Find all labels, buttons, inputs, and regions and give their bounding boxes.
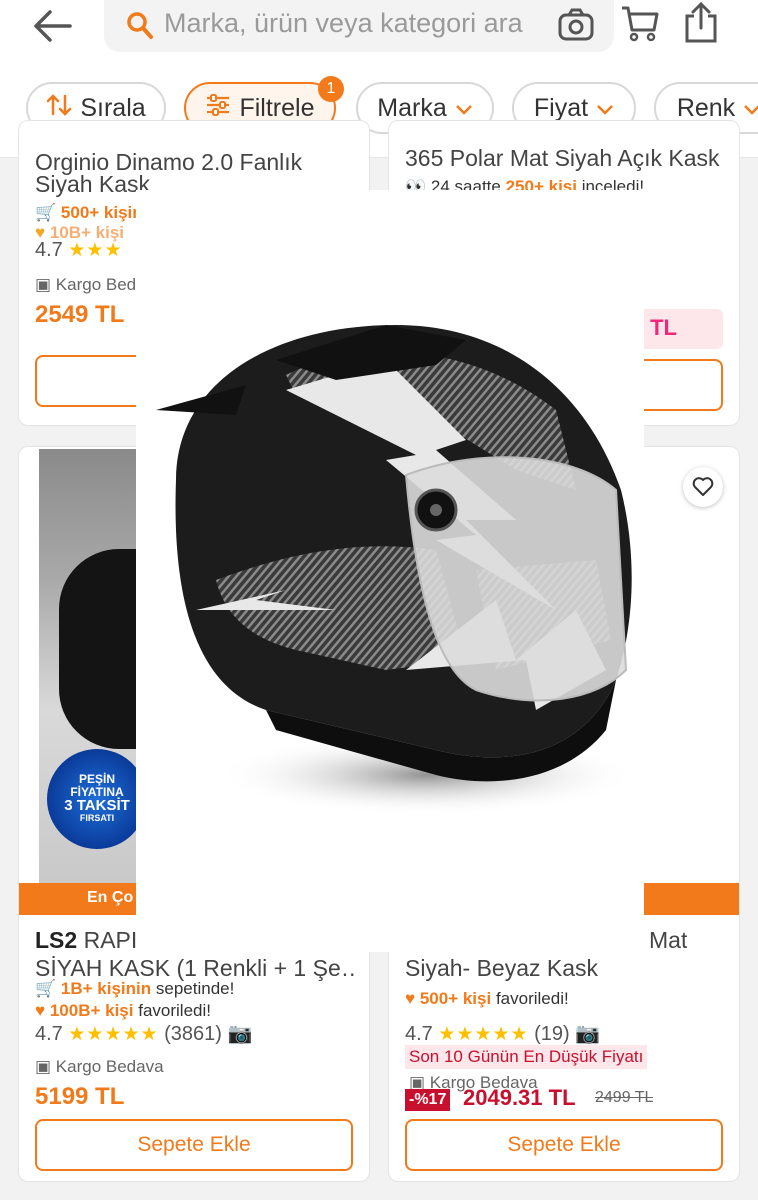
product-brand: LS2 (35, 927, 78, 953)
review-count: (19) (534, 1023, 570, 1045)
brand-filter-label: Marka (377, 93, 447, 122)
star-rating: ★★★★★ (68, 1024, 159, 1045)
old-price: 2499 TL (595, 1089, 654, 1106)
basket-info: 🛒 500+ kişin (35, 203, 143, 222)
search-input[interactable]: Marka, ürün veya kategori ara (164, 8, 549, 39)
filter-count-badge: 1 (318, 76, 344, 102)
product-price: 5199 TL (35, 1083, 125, 1110)
product-price: 2549 TL (35, 301, 125, 328)
helmet-image (156, 325, 636, 815)
product-title: Siyah- Beyaz Kask (405, 955, 599, 981)
search-bar[interactable]: Marka, ürün veya kategori ara (104, 0, 614, 52)
heart-fav-icon: ♥ (35, 1001, 46, 1020)
heart-icon[interactable] (683, 467, 723, 507)
rating: 4.7 ★★★★★ (3861) 📷 (35, 1023, 253, 1045)
discount-badge: -%17 (405, 1089, 451, 1111)
camera-review-icon: 📷 (227, 1023, 253, 1045)
star-rating: ★★★★★ (438, 1024, 529, 1045)
product-price: TL (650, 315, 677, 340)
camera-review-icon: 📷 (575, 1023, 601, 1045)
product-price: 2049.31 TL (463, 1085, 576, 1110)
chevron-down-icon (455, 94, 473, 123)
cart-icon[interactable] (620, 2, 660, 49)
cart-small-icon: 🛒 (35, 979, 57, 998)
review-count: (3861) (164, 1023, 222, 1045)
filter-label: Filtrele (239, 93, 315, 122)
share-icon[interactable] (684, 1, 718, 49)
chevron-down-icon (743, 94, 758, 123)
back-arrow-icon[interactable] (30, 6, 80, 46)
sort-label: Sırala (80, 93, 146, 122)
favorite-info: ♥ 100B+ kişi favoriledi! (35, 1001, 211, 1020)
cargo-info: ▣ Kargo Bedava (35, 1057, 164, 1076)
chevron-down-icon (596, 94, 614, 123)
product-image-preview[interactable] (136, 190, 644, 952)
heart-fav-icon: ♥ (405, 989, 416, 1008)
favorite-info: ♥ 500+ kişi favoriledi! (405, 989, 569, 1008)
basket-info: 🛒 1B+ kişinin sepetinde! (35, 979, 235, 998)
box-icon: ▣ (35, 1057, 52, 1076)
color-filter-label: Renk (676, 93, 736, 122)
filter-icon (205, 93, 231, 124)
top-bar: Marka, ürün veya kategori ara (0, 0, 758, 62)
price-filter-label: Fiyat (533, 93, 589, 122)
rating: 4.7 ★★★★★ (19) 📷 (405, 1023, 601, 1045)
add-to-cart-button[interactable]: Sepete Ekle (35, 1119, 353, 1171)
search-icon (126, 10, 154, 45)
product-title: Siyah Kask (35, 171, 151, 197)
product-title-top: 365 Polar Mat Siyah Açık Kask (405, 145, 720, 171)
cart-small-icon: 🛒 (35, 203, 57, 222)
installment-badge: PEŞİN FİYATINA 3 TAKSİT FIRSATI (47, 749, 147, 849)
camera-icon[interactable] (558, 8, 594, 47)
lowest-price-badge: Son 10 Günün En Düşük Fiyatı (405, 1045, 648, 1069)
add-to-cart-button[interactable]: Sepete Ekle (405, 1119, 723, 1171)
box-icon: ▣ (35, 275, 52, 294)
rating: 4.7 ★★★ (35, 239, 123, 261)
product-title: SİYAH KASK (1 Renkli + 1 Şe… (35, 955, 355, 981)
product-title-top: Mat (649, 927, 688, 953)
